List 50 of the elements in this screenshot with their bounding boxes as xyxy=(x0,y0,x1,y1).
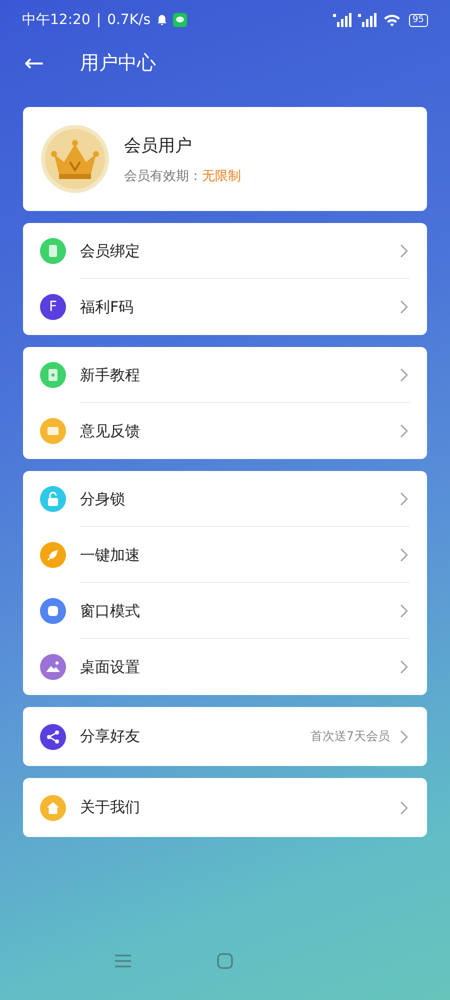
chevron-right-icon xyxy=(400,800,408,814)
chevron-right-icon xyxy=(400,492,408,506)
home-square-icon[interactable] xyxy=(217,953,233,969)
member-name: 会员用户 xyxy=(124,134,193,156)
chevron-right-icon xyxy=(400,660,408,674)
letter-icon: F xyxy=(40,294,66,320)
menu-item-note: 首次送7天会员 xyxy=(310,728,390,745)
chevron-right-icon xyxy=(400,300,408,314)
validity-label: 会员有效期： xyxy=(124,168,202,184)
back-button[interactable]: ← xyxy=(20,49,48,77)
menu-item[interactable]: 会员绑定 xyxy=(40,223,410,279)
menu-item[interactable]: 分享好友 首次送7天会员 xyxy=(40,707,410,766)
menu-item[interactable]: 新手教程 xyxy=(40,347,410,403)
menu-item-label: 意见反馈 xyxy=(80,422,140,440)
chevron-right-icon xyxy=(400,424,408,438)
menu-item[interactable]: 桌面设置 xyxy=(40,639,410,695)
profile-card[interactable]: 会员用户 会员有效期：无限制 xyxy=(23,107,427,211)
menu-icon[interactable] xyxy=(114,954,132,968)
menu-item[interactable]: 分身锁 xyxy=(40,471,410,527)
menu-item-label: 关于我们 xyxy=(80,798,140,817)
wifi-icon xyxy=(382,13,401,27)
menu-item[interactable]: 关于我们 xyxy=(40,778,410,837)
crown-avatar-icon xyxy=(40,124,110,194)
menu-item-label: 会员绑定 xyxy=(80,242,140,260)
signal-icon xyxy=(358,13,378,27)
menu-item-label: 一键加速 xyxy=(80,546,140,564)
chevron-right-icon xyxy=(400,368,408,382)
page-title: 用户中心 xyxy=(80,51,156,76)
menu-item[interactable]: F 福利F码 xyxy=(40,279,410,335)
menu-item-label: 桌面设置 xyxy=(80,658,140,676)
menu-item-label: 窗口模式 xyxy=(80,602,140,620)
signal-icon xyxy=(332,13,353,27)
menu-item[interactable]: 意见反馈 xyxy=(40,403,410,459)
validity-value: 无限制 xyxy=(202,168,241,184)
menu-item-label: 分享好友 xyxy=(80,727,140,746)
chevron-right-icon xyxy=(400,244,408,258)
menu-item-label: 分身锁 xyxy=(80,490,125,508)
status-separator: | xyxy=(96,12,102,28)
chevron-right-icon xyxy=(400,604,408,618)
menu-item-label: 福利F码 xyxy=(80,298,134,316)
status-time: 中午12:20 xyxy=(22,11,90,29)
chevron-right-icon xyxy=(400,548,408,562)
menu-item[interactable]: 一键加速 xyxy=(40,527,410,583)
menu-item[interactable]: 窗口模式 xyxy=(40,583,410,639)
network-speed: 0.7K/s xyxy=(107,12,151,28)
chevron-right-icon xyxy=(400,730,408,744)
chat-app-icon xyxy=(172,13,187,27)
battery-indicator: 95 xyxy=(408,14,428,26)
bell-icon xyxy=(156,14,168,26)
menu-item-label: 新手教程 xyxy=(80,366,140,384)
